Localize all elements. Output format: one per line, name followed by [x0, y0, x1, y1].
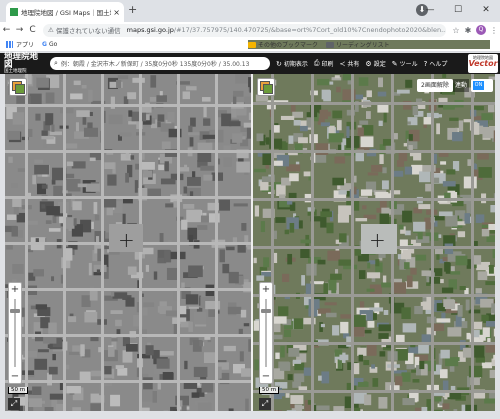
- tool-label: 印刷: [321, 61, 334, 68]
- security-label: 保護されていない通信: [55, 27, 121, 35]
- header-tools: ↻ 初期表示 ⎙ 印刷 ≺ 共有 ⚙ 設定 ✎ ツール? ヘルプ: [276, 59, 453, 68]
- tab-close-icon[interactable]: ×: [113, 8, 120, 17]
- expand-icon[interactable]: ⤢: [8, 398, 20, 410]
- tool-label: 初期表示: [283, 61, 308, 68]
- center-crosshair-icon: +: [369, 228, 386, 252]
- reading-list[interactable]: リーディングリスト: [326, 40, 390, 49]
- tool-icon: ✎: [391, 59, 398, 68]
- search-icon[interactable]: ⌕: [54, 59, 58, 68]
- gsi-header: 地理院地図 国土地理院 ⌕ 例：朝霞 / 金沢市木ノ新保町 / 35度0分0秒 …: [0, 53, 500, 74]
- other-bookmarks[interactable]: その他のブックマーク: [248, 40, 318, 49]
- google-label: Go: [48, 41, 58, 48]
- left-layer-button[interactable]: [9, 78, 27, 96]
- zoom-out-button[interactable]: −: [260, 371, 272, 382]
- tool-label: ヘルプ: [429, 61, 448, 68]
- left-scale-bar: 50 m: [8, 387, 29, 394]
- minimize-button[interactable]: —: [416, 0, 444, 22]
- forward-button[interactable]: →: [13, 25, 26, 35]
- star-icon[interactable]: ☆: [450, 26, 462, 35]
- zoom-out-button[interactable]: −: [9, 371, 21, 382]
- tool-share[interactable]: ≺ 共有: [339, 59, 360, 69]
- zoom-in-button[interactable]: +: [9, 284, 21, 295]
- google-bookmark[interactable]: G Go: [42, 41, 57, 48]
- reading-list-icon: [326, 41, 335, 48]
- google-icon: G: [42, 41, 47, 48]
- zoom-thumb[interactable]: [10, 309, 20, 313]
- warning-icon[interactable]: ⚠: [48, 26, 54, 34]
- logo-title: 地理院地図: [4, 51, 39, 71]
- window-controls: — ☐ ✕: [416, 0, 500, 22]
- dual-view-release-button[interactable]: 2画面解除: [417, 79, 453, 92]
- tool-tool[interactable]: ✎ ツール: [391, 59, 418, 69]
- print-icon: ⎙: [313, 59, 320, 67]
- history-icon: ↻: [276, 59, 282, 68]
- maximize-button[interactable]: ☐: [444, 0, 472, 22]
- bookmarks-bar: アプリ G Go その他のブックマーク リーディングリスト: [0, 38, 500, 52]
- tool-settings[interactable]: ⚙ 設定: [365, 59, 386, 69]
- apps-icon: [6, 41, 13, 48]
- vector-label: Vector: [468, 59, 498, 68]
- browser-titlebar: 地理院地図 / GSI Maps｜国土地 × + ⬇ — ☐ ✕: [0, 0, 500, 22]
- extensions-icon[interactable]: ✱: [462, 26, 474, 35]
- back-button[interactable]: ←: [0, 25, 13, 35]
- sync-toggle[interactable]: ON: [471, 79, 493, 92]
- reload-button[interactable]: C: [26, 25, 39, 35]
- zoom-thumb[interactable]: [261, 309, 271, 313]
- settings-icon: ⚙: [365, 59, 372, 68]
- menu-icon[interactable]: ⋮: [488, 26, 500, 35]
- sync-label: 連動: [453, 79, 470, 92]
- tool-print[interactable]: ⎙ 印刷: [314, 59, 334, 68]
- sync-toggle-on: ON: [473, 81, 484, 90]
- profile-avatar[interactable]: Q: [476, 25, 486, 35]
- tool-help[interactable]: ? ヘルプ: [423, 59, 448, 69]
- right-layer-button[interactable]: [257, 78, 275, 96]
- apps-label: アプリ: [16, 42, 35, 49]
- tool-label: ツール: [399, 61, 418, 68]
- tool-label: 設定: [373, 61, 386, 68]
- expand-icon[interactable]: ⤢: [259, 398, 271, 410]
- right-scale-bar: 50 m: [259, 387, 280, 394]
- tool-history[interactable]: ↻ 初期表示: [276, 59, 308, 69]
- folder-icon: [248, 41, 256, 48]
- new-tab-button[interactable]: +: [128, 3, 137, 16]
- search-placeholder: 例：朝霞 / 金沢市木ノ新保町 / 35度0分0秒 135度0分0秒 / 35.…: [60, 61, 250, 68]
- center-crosshair-icon: +: [118, 228, 135, 252]
- reading-list-label: リーディングリスト: [336, 42, 390, 49]
- left-zoom-slider[interactable]: + −: [8, 282, 22, 384]
- other-bookmarks-label: その他のブックマーク: [258, 42, 319, 49]
- place-search-input[interactable]: ⌕ 例：朝霞 / 金沢市木ノ新保町 / 35度0分0秒 135度0分0秒 / 3…: [50, 57, 270, 70]
- tool-label: 共有: [347, 61, 360, 68]
- close-window-button[interactable]: ✕: [472, 0, 500, 22]
- left-map-old-photo[interactable]: + + − 50 m ⤢: [5, 74, 251, 411]
- favicon-icon: [10, 8, 18, 16]
- address-bar-row: ← → C ⚠ 保護されていない通信 maps.gsi.go.jp /#17/3…: [0, 22, 500, 38]
- vector-button[interactable]: 地理院地図 Vector: [468, 54, 498, 73]
- map-container: + + − 50 m ⤢ 2画面解除 連動 ON + + − 50 m ⤢: [5, 74, 495, 411]
- tab-title: 地理院地図 / GSI Maps｜国土地: [21, 9, 112, 17]
- gsi-logo[interactable]: 地理院地図 国土地理院: [0, 53, 46, 75]
- share-icon: ≺: [339, 59, 346, 68]
- right-zoom-slider[interactable]: + −: [259, 282, 273, 384]
- browser-tab[interactable]: 地理院地図 / GSI Maps｜国土地 ×: [6, 2, 124, 22]
- url-path: /#17/37.757975/140.470725/&base=ort%7Cor…: [173, 26, 446, 34]
- help-icon: ?: [423, 59, 428, 68]
- url-field[interactable]: ⚠ 保護されていない通信 maps.gsi.go.jp /#17/37.7579…: [43, 23, 446, 37]
- url-host: maps.gsi.go.jp: [126, 26, 174, 34]
- zoom-in-button[interactable]: +: [260, 284, 272, 295]
- apps-bookmark[interactable]: アプリ: [6, 40, 34, 49]
- right-map-new-photo[interactable]: 2画面解除 連動 ON + + − 50 m ⤢: [253, 74, 495, 411]
